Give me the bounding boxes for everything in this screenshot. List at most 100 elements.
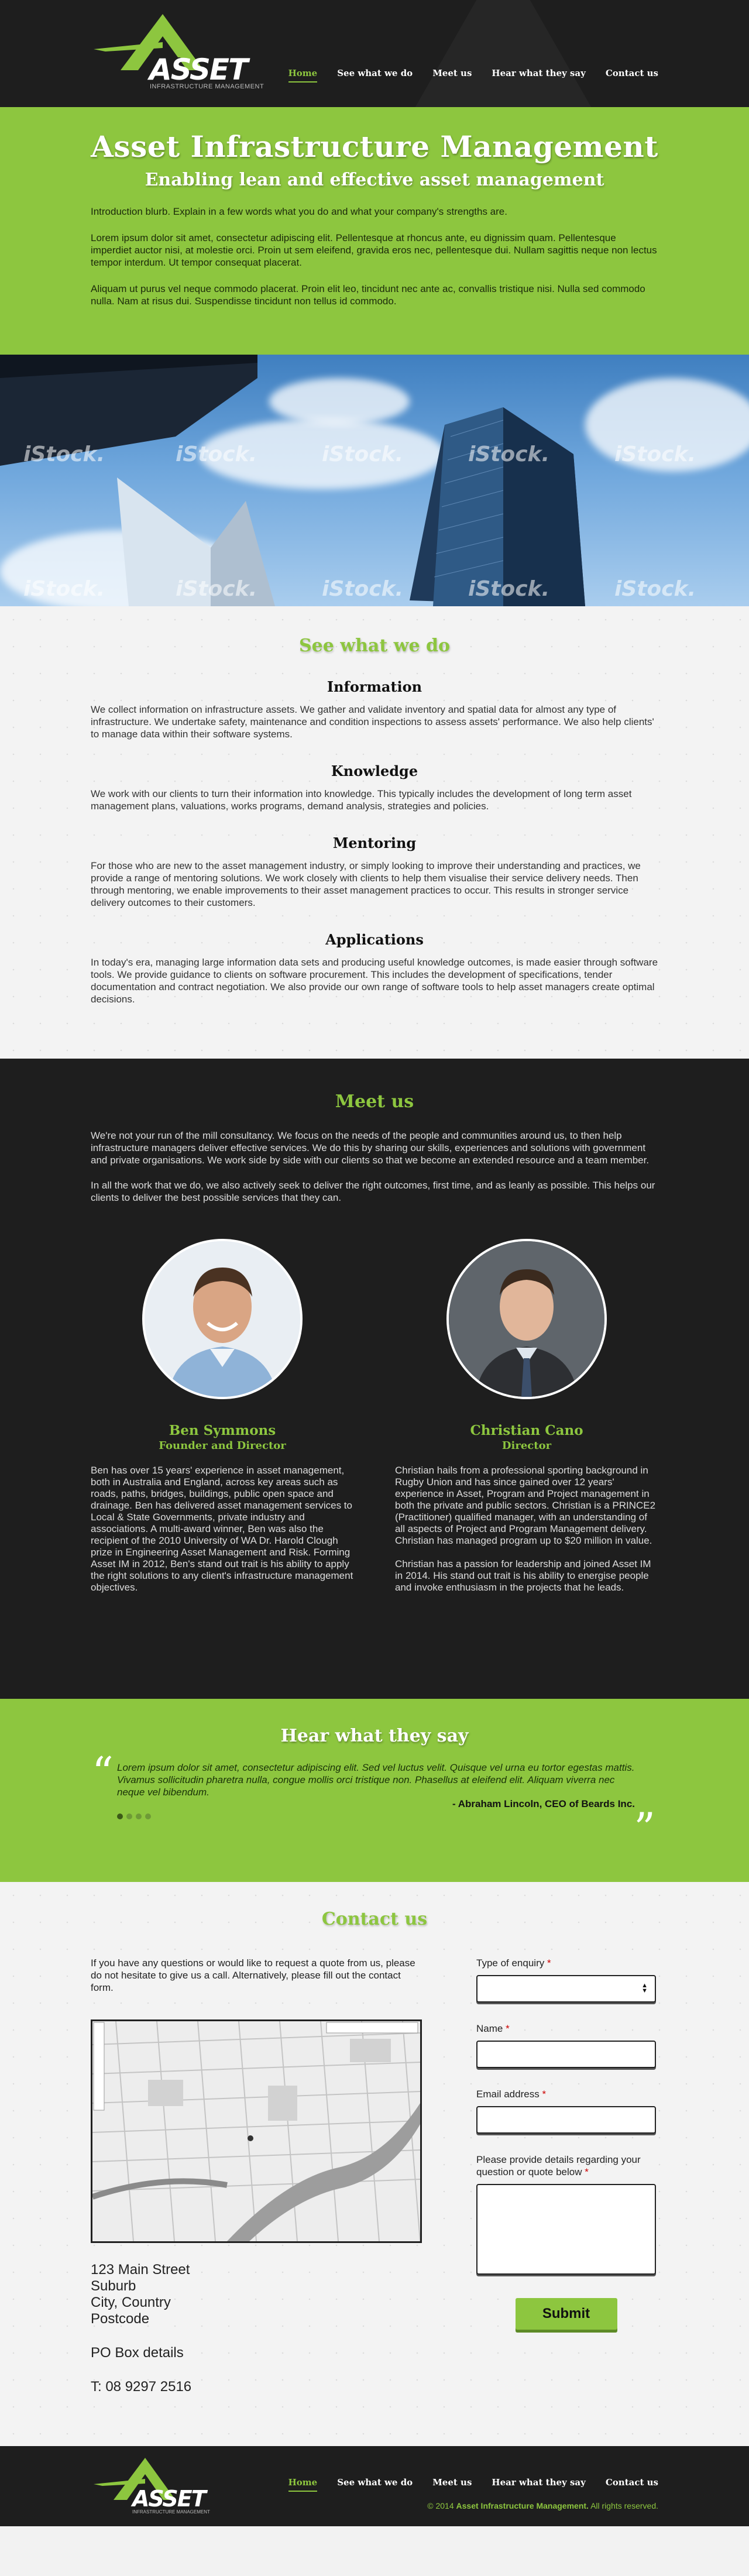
address-line: City, Country — [91, 2295, 171, 2310]
meet-title: Meet us — [335, 1091, 414, 1112]
carousel-dot[interactable] — [126, 1813, 132, 1819]
meet-paragraph: We're not your run of the mill consultan… — [91, 1130, 650, 1166]
service-text: We work with our clients to turn their i… — [91, 788, 632, 812]
footer-nav-see-what-we-do[interactable]: See what we do — [337, 2477, 413, 2492]
intro-paragraph: Introduction blurb. Explain in a few wor… — [91, 206, 507, 217]
services-title: See what we do — [298, 636, 450, 656]
footer-nav-contact-us[interactable]: Contact us — [606, 2477, 658, 2492]
nav-meet-us[interactable]: Meet us — [432, 68, 472, 83]
team-member-card: Ben Symmons Founder and Director Ben has… — [91, 1239, 354, 1593]
skyscrapers-illustration — [0, 355, 585, 606]
nav-hear-what-they-say[interactable]: Hear what they say — [492, 68, 585, 83]
main-nav: Home See what we do Meet us Hear what th… — [269, 68, 658, 83]
testimonial-author: - Abraham Lincoln, CEO of Beards Inc. — [452, 1798, 635, 1809]
address-line: 123 Main Street — [91, 2262, 190, 2278]
watermark-text: iStock. — [23, 442, 105, 466]
close-quote-icon: ” — [634, 1804, 655, 1853]
watermark-text: iStock. — [468, 442, 550, 466]
service-text: For those who are new to the asset manag… — [91, 860, 641, 908]
address-line: Postcode — [91, 2311, 150, 2327]
member-name: Ben Symmons — [169, 1423, 276, 1438]
page-subtitle: Enabling lean and effective asset manage… — [145, 170, 604, 190]
carousel-dot[interactable] — [145, 1813, 151, 1819]
enquiry-type-label: Type of enquiry * — [476, 1957, 551, 1969]
nav-contact-us[interactable]: Contact us — [606, 68, 658, 83]
site-logo[interactable]: ASSET INFRASTRUCTURE MANAGEMENT — [94, 14, 264, 90]
avatar-ben-symmons — [142, 1239, 303, 1399]
page-title: Asset Infrastructure Management — [91, 129, 658, 164]
carousel-dots — [117, 1813, 658, 1819]
service-heading: Mentoring — [332, 834, 417, 851]
hero-banner-image: iStock. iStock. iStock. iStock. iStock. … — [0, 355, 749, 606]
intro-paragraph: Lorem ipsum dolor sit amet, consectetur … — [91, 232, 657, 268]
open-quote-icon: “ — [92, 1748, 114, 1797]
details-textarea[interactable] — [476, 2184, 656, 2275]
avatar-christian-cano — [446, 1239, 607, 1399]
watermark-text: iStock. — [176, 577, 257, 601]
enquiry-type-select[interactable]: ▲ ▼ — [476, 1975, 656, 2003]
footer-logo[interactable]: ASSET INFRASTRUCTURE MANAGEMENT — [94, 2458, 211, 2515]
service-heading: Applications — [325, 931, 424, 948]
person-portrait-icon — [145, 1241, 300, 1397]
testimonial-title: Hear what they say — [280, 1726, 469, 1746]
logo-subtitle: INFRASTRUCTURE MANAGEMENT — [150, 83, 264, 90]
service-knowledge: Knowledge We work with our clients to tu… — [91, 763, 658, 812]
member-bio: Christian hails from a professional spor… — [395, 1465, 656, 1546]
site-footer: ASSET INFRASTRUCTURE MANAGEMENT Home See… — [0, 2446, 749, 2526]
intro-section: Asset Infrastructure Management Enabling… — [0, 107, 749, 355]
name-field[interactable] — [476, 2041, 656, 2068]
team-list: Ben Symmons Founder and Director Ben has… — [91, 1239, 658, 1593]
site-header: ASSET INFRASTRUCTURE MANAGEMENT Home See… — [0, 0, 749, 107]
submit-button[interactable]: Submit — [515, 2298, 617, 2330]
watermark-text: iStock. — [176, 442, 257, 466]
carousel-dot[interactable] — [136, 1813, 142, 1819]
intro-paragraph: Aliquam ut purus vel neque commodo place… — [91, 283, 645, 307]
service-applications: Applications In today's era, managing la… — [91, 931, 658, 1005]
meet-us-section: Meet us We're not your run of the mill c… — [0, 1059, 749, 1699]
select-arrows-icon: ▲ ▼ — [641, 1982, 648, 1994]
contact-form: Type of enquiry * ▲ ▼ Name * Email addres… — [476, 1957, 656, 2330]
member-role: Director — [501, 1440, 552, 1452]
watermark-text: iStock. — [614, 577, 696, 601]
email-label: Email address * — [476, 2089, 547, 2100]
email-field[interactable] — [476, 2106, 656, 2134]
service-text: In today's era, managing large informati… — [91, 957, 658, 1005]
footer-logo-text: ASSET — [132, 2486, 207, 2512]
footer-logo-subtitle: INFRASTRUCTURE MANAGEMENT — [132, 2509, 210, 2515]
contact-section: Contact us If you have any questions or … — [0, 1882, 749, 2446]
nav-see-what-we-do[interactable]: See what we do — [337, 68, 413, 83]
watermark-text: iStock. — [322, 442, 404, 466]
location-map[interactable] — [91, 2019, 422, 2243]
address-line: Suburb — [91, 2278, 136, 2294]
footer-nav-hear-what-they-say[interactable]: Hear what they say — [492, 2477, 585, 2492]
watermark-text: iStock. — [322, 577, 404, 601]
watermark-text: iStock. — [468, 577, 550, 601]
details-label: Please provide details regarding your qu… — [476, 2154, 641, 2177]
contact-details: If you have any questions or would like … — [91, 1957, 424, 2395]
nav-home[interactable]: Home — [288, 68, 318, 83]
postal-address: 123 Main Street Suburb City, Country Pos… — [91, 2262, 424, 2327]
footer-nav: Home See what we do Meet us Hear what th… — [269, 2477, 658, 2492]
testimonial-section: Hear what they say “ Lorem ipsum dolor s… — [0, 1699, 749, 1882]
member-bio: Ben has over 15 years' experience in ass… — [91, 1465, 353, 1593]
copyright-notice: © 2014 Asset Infrastructure Management. … — [427, 2501, 658, 2510]
logo-text: ASSET — [149, 53, 248, 87]
footer-nav-home[interactable]: Home — [288, 2477, 318, 2492]
footer-nav-meet-us[interactable]: Meet us — [432, 2477, 472, 2492]
carousel-dot[interactable] — [117, 1813, 123, 1819]
phone-number: T: 08 9297 2516 — [91, 2379, 192, 2395]
watermark-text: iStock. — [614, 442, 696, 466]
testimonial-quote: Lorem ipsum dolor sit amet, consectetur … — [117, 1762, 635, 1798]
services-section: See what we do Information We collect in… — [0, 606, 749, 1059]
member-bio: Christian has a passion for leadership a… — [395, 1558, 651, 1593]
service-heading: Information — [327, 678, 422, 695]
service-text: We collect information on infrastructure… — [91, 704, 654, 740]
meet-paragraph: In all the work that we do, we also acti… — [91, 1180, 655, 1203]
member-role: Founder and Director — [159, 1440, 286, 1452]
contact-intro: If you have any questions or would like … — [91, 1957, 415, 1993]
street-map-illustration — [92, 2021, 420, 2241]
name-label: Name * — [476, 2023, 510, 2034]
header-decoration — [410, 0, 597, 107]
service-heading: Knowledge — [331, 763, 418, 779]
contact-title: Contact us — [321, 1909, 428, 1929]
